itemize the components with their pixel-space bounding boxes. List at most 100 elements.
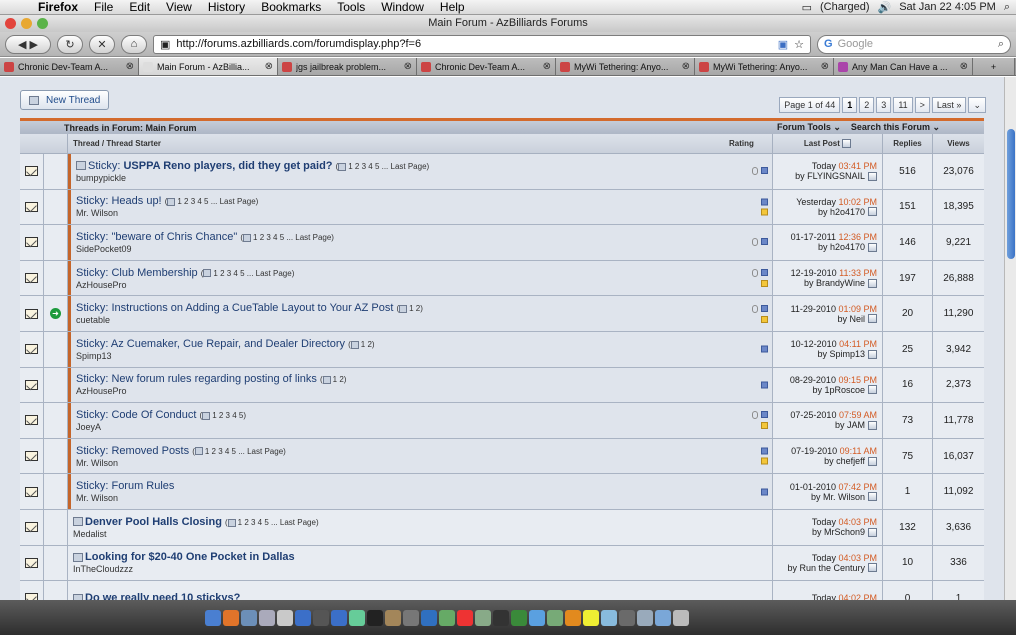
- thread-title-link[interactable]: Removed Posts: [111, 445, 189, 457]
- last-post-author[interactable]: by Neil: [837, 314, 865, 324]
- thread-page-links[interactable]: 1 2: [409, 304, 420, 313]
- tab-5[interactable]: MyWi Tethering: Anyo... ⊗: [695, 58, 834, 75]
- menu-help[interactable]: Help: [432, 0, 473, 14]
- thread-title-link[interactable]: Instructions on Adding a CueTable Layout…: [111, 302, 393, 314]
- last-post-author[interactable]: by JAM: [835, 420, 865, 430]
- thread-pages[interactable]: (1 2 3 4 5 ... Last Page): [336, 162, 430, 171]
- dock-app-icon[interactable]: [385, 610, 401, 626]
- new-tab-button[interactable]: +: [973, 58, 1015, 75]
- col-thread[interactable]: Thread / Thread Starter: [68, 139, 729, 148]
- dock-app-icon[interactable]: [619, 610, 635, 626]
- last-post-author[interactable]: by BrandyWine: [804, 278, 865, 288]
- thread-title-link[interactable]: Looking for $20-40 One Pocket in Dallas: [85, 551, 295, 563]
- go-to-last-post-icon[interactable]: [868, 492, 877, 502]
- go-to-last-post-icon[interactable]: [868, 207, 877, 217]
- menu-edit[interactable]: Edit: [121, 0, 158, 14]
- dock-app-icon[interactable]: [331, 610, 347, 626]
- go-to-last-post-icon[interactable]: [868, 420, 877, 430]
- thread-starter[interactable]: Spimp13: [76, 351, 772, 361]
- thread-title-link[interactable]: Do we really need 10 stickys?: [85, 592, 240, 600]
- home-button[interactable]: ⌂: [121, 34, 147, 54]
- dock-app-icon[interactable]: [205, 610, 221, 626]
- last-post-author[interactable]: by chefjeff: [824, 456, 865, 466]
- page-menu-chevron-down-icon[interactable]: ⌄: [968, 97, 986, 113]
- dock-app-icon[interactable]: [673, 610, 689, 626]
- replies-count[interactable]: 73: [883, 403, 933, 438]
- tab-6[interactable]: Any Man Can Have a ... ⊗: [834, 58, 973, 75]
- menu-view[interactable]: View: [158, 0, 200, 14]
- replies-count[interactable]: 0: [883, 581, 933, 600]
- new-thread-button[interactable]: New Thread: [20, 90, 110, 110]
- dock-app-icon[interactable]: [403, 610, 419, 626]
- tab-close-icon[interactable]: ⊗: [126, 61, 134, 72]
- dock-app-icon[interactable]: [583, 610, 599, 626]
- go-to-first-unread-icon[interactable]: ➜: [50, 308, 61, 320]
- replies-count[interactable]: 10: [883, 545, 933, 581]
- last-post-author[interactable]: by 1pRoscoe: [812, 385, 865, 395]
- stop-button[interactable]: ✕: [89, 34, 115, 54]
- tab-1[interactable]: Main Forum - AzBillia... ⊗: [139, 58, 278, 75]
- thread-starter[interactable]: Medalist: [73, 529, 772, 539]
- thread-page-links[interactable]: 1 2 3 4 5 ... Last Page: [205, 447, 283, 456]
- dock-app-icon[interactable]: [313, 610, 329, 626]
- dock-app-icon[interactable]: [349, 610, 365, 626]
- replies-count[interactable]: 197: [883, 260, 933, 296]
- last-post-author[interactable]: by FLYINGSNAIL: [795, 171, 865, 181]
- thread-pages[interactable]: (1 2 3 4 5 ... Last Page): [240, 233, 334, 242]
- thread-page-links[interactable]: 1 2 3 4 5 ... Last Page: [253, 233, 331, 242]
- menu-history[interactable]: History: [200, 0, 253, 14]
- thread-starter[interactable]: AzHousePro: [76, 386, 772, 396]
- dock-app-icon[interactable]: [295, 610, 311, 626]
- vertical-scrollbar[interactable]: [1004, 77, 1016, 600]
- bookmark-star-icon[interactable]: ☆: [794, 38, 804, 51]
- last-post-author[interactable]: by h2o4170: [818, 242, 865, 252]
- thread-page-links[interactable]: 1 2 3 4 5 ... Last Page: [213, 269, 291, 278]
- thread-title-link[interactable]: Code Of Conduct: [111, 409, 196, 421]
- replies-count[interactable]: 151: [883, 189, 933, 225]
- dock-app-icon[interactable]: [511, 610, 527, 626]
- menu-file[interactable]: File: [86, 0, 121, 14]
- tab-close-icon[interactable]: ⊗: [682, 61, 690, 72]
- go-to-last-post-icon[interactable]: [868, 314, 877, 324]
- thread-title-link[interactable]: Club Membership: [111, 267, 197, 279]
- last-post-author[interactable]: by h2o4170: [818, 207, 865, 217]
- replies-count[interactable]: 25: [883, 331, 933, 367]
- thread-starter[interactable]: InTheCloudzzz: [73, 564, 772, 574]
- dock-app-icon[interactable]: [367, 610, 383, 626]
- go-to-last-post-icon[interactable]: [868, 456, 877, 466]
- thread-starter[interactable]: bumpypickle: [76, 173, 772, 183]
- replies-count[interactable]: 16: [883, 367, 933, 403]
- col-last-post[interactable]: Last Post: [773, 134, 883, 153]
- back-forward-buttons[interactable]: ◀ ▶: [5, 34, 51, 54]
- page-11[interactable]: 11: [893, 97, 913, 113]
- page-next[interactable]: >: [914, 97, 930, 113]
- thread-pages[interactable]: (1 2 3 4 5 ... Last Page): [192, 447, 286, 456]
- dock-app-icon[interactable]: [475, 610, 491, 626]
- go-to-last-post-icon[interactable]: [868, 242, 877, 252]
- dock-app-icon[interactable]: [601, 610, 617, 626]
- menu-window[interactable]: Window: [373, 0, 432, 14]
- zoom-window-button[interactable]: [37, 18, 48, 29]
- thread-starter[interactable]: AzHousePro: [76, 280, 772, 290]
- go-to-last-post-icon[interactable]: [868, 349, 877, 359]
- thread-page-links[interactable]: 1 2 3 4 5 ... Last Page: [177, 197, 255, 206]
- reload-button[interactable]: ↻: [57, 34, 83, 54]
- thread-title-link[interactable]: Denver Pool Halls Closing: [85, 516, 222, 528]
- replies-count[interactable]: 146: [883, 225, 933, 260]
- tab-close-icon[interactable]: ⊗: [821, 61, 829, 72]
- last-post-author[interactable]: by Spimp13: [817, 349, 865, 359]
- dock-app-icon[interactable]: [439, 610, 455, 626]
- back-icon[interactable]: ◀: [18, 38, 26, 51]
- replies-count[interactable]: 516: [883, 154, 933, 189]
- tab-close-icon[interactable]: ⊗: [543, 61, 551, 72]
- dock-app-icon[interactable]: [259, 610, 275, 626]
- thread-starter[interactable]: Mr. Wilson: [76, 458, 772, 468]
- page-3[interactable]: 3: [876, 97, 892, 113]
- scrollbar-thumb[interactable]: [1007, 129, 1015, 259]
- thread-title-link[interactable]: New forum rules regarding posting of lin…: [111, 373, 316, 385]
- thread-page-links[interactable]: 1 2: [333, 375, 344, 384]
- dock-app-icon[interactable]: [529, 610, 545, 626]
- tab-0[interactable]: Chronic Dev-Team A... ⊗: [0, 58, 139, 75]
- google-icon[interactable]: G: [824, 38, 833, 50]
- dock-app-icon[interactable]: [241, 610, 257, 626]
